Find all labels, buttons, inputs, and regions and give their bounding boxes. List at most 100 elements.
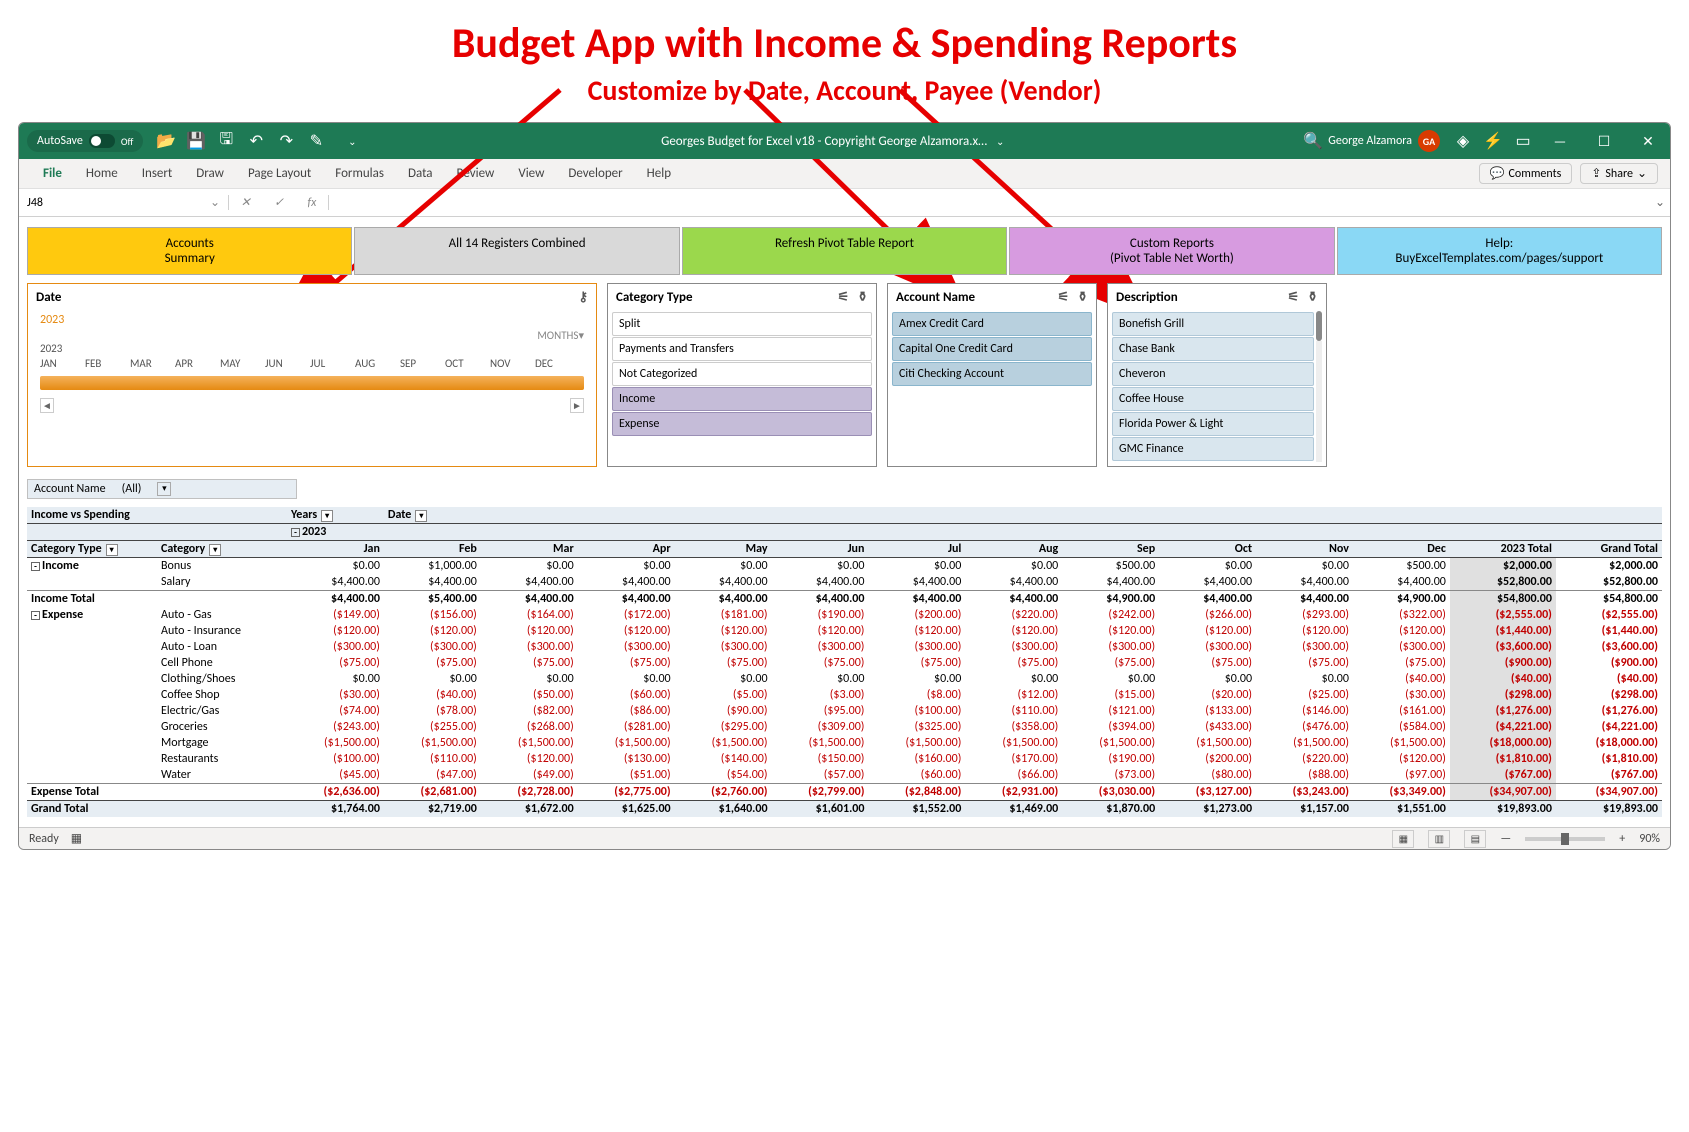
chart-icon[interactable]: ✎	[301, 131, 331, 151]
tab-developer[interactable]: Developer	[556, 159, 634, 189]
slicer-item[interactable]: Capital One Credit Card	[892, 337, 1092, 361]
slicer-item[interactable]: Not Categorized	[612, 362, 872, 386]
multi-select-icon[interactable]: ⚟	[1057, 290, 1069, 305]
collapse-icon[interactable]: -	[31, 562, 40, 571]
nav-refresh-pivot[interactable]: Refresh Pivot Table Report	[682, 227, 1007, 275]
account-name-slicer[interactable]: Account Name ⚟ ⚱ Amex Credit CardCapital…	[887, 283, 1097, 467]
user-account[interactable]: George Alzamora GA	[1328, 130, 1440, 152]
expand-formula-icon[interactable]: ⌄	[1650, 195, 1670, 210]
clear-filter-icon[interactable]: ⚱	[1077, 290, 1088, 305]
comments-button[interactable]: 💬 Comments	[1479, 163, 1573, 184]
slicer-item[interactable]: Split	[612, 312, 872, 336]
autosave-toggle[interactable]: AutoSave Off	[27, 130, 143, 152]
maximize-button[interactable]: ☐	[1582, 133, 1626, 150]
macro-record-icon[interactable]: ▦	[71, 831, 82, 846]
collapse-icon[interactable]: -	[291, 528, 300, 537]
view-normal-icon[interactable]: ▦	[1392, 830, 1414, 848]
clear-filter-icon[interactable]: ⚱	[857, 290, 868, 305]
month-label: OCT	[445, 357, 461, 370]
close-button[interactable]: ✕	[1626, 133, 1670, 150]
slicer-item[interactable]: Coffee House	[1112, 387, 1314, 411]
slicer-item[interactable]: Chase Bank	[1112, 337, 1314, 361]
qat-dropdown-icon[interactable]: ⌄	[337, 135, 367, 148]
cancel-icon[interactable]: ✕	[241, 195, 251, 210]
ribbon-mode-icon[interactable]: ⚡	[1478, 131, 1508, 151]
slicer-item[interactable]: Income	[612, 387, 872, 411]
share-button[interactable]: ⇪ Share ⌄	[1580, 163, 1658, 184]
tab-data[interactable]: Data	[396, 159, 445, 189]
formula-bar: J48 ⌄ ✕ ✓ fx ⌄	[19, 189, 1670, 217]
ribbon-tabs: File Home Insert Draw Page Layout Formul…	[19, 159, 1670, 189]
nav-custom-reports[interactable]: Custom Reports (Pivot Table Net Worth)	[1009, 227, 1334, 275]
period-dropdown[interactable]: MONTHS	[537, 329, 578, 342]
slicer-item[interactable]: GMC Finance	[1112, 437, 1314, 461]
slicer-item[interactable]: Amex Credit Card	[892, 312, 1092, 336]
multi-select-icon[interactable]: ⚟	[837, 290, 849, 305]
multi-select-icon[interactable]: ⚟	[1287, 290, 1299, 305]
tab-formulas[interactable]: Formulas	[323, 159, 396, 189]
slicer-title: Category Type	[616, 290, 693, 305]
tab-home[interactable]: Home	[74, 159, 130, 189]
display-mode-icon[interactable]: ▭	[1508, 131, 1538, 151]
undo-icon[interactable]: ↶	[241, 131, 271, 151]
fx-icon[interactable]: fx	[307, 196, 316, 210]
tab-file[interactable]: File	[31, 159, 74, 189]
nav-help[interactable]: Help: BuyExcelTemplates.com/pages/suppor…	[1337, 227, 1662, 275]
save-icon[interactable]: 💾	[181, 131, 211, 151]
open-icon[interactable]: 📂	[151, 131, 181, 151]
clear-filter-icon[interactable]: ⚱	[1307, 290, 1318, 305]
slicer-item[interactable]: Florida Power & Light	[1112, 412, 1314, 436]
zoom-slider[interactable]	[1525, 837, 1605, 841]
filter-dropdown-icon[interactable]: ▾	[157, 482, 171, 496]
filter-dropdown-icon[interactable]: ▾	[209, 544, 221, 556]
scroll-left-icon[interactable]: ◄	[40, 398, 54, 413]
slicer-item[interactable]: Cheveron	[1112, 362, 1314, 386]
nav-button-row: Accounts Summary All 14 Registers Combin…	[27, 227, 1662, 275]
search-icon[interactable]: 🔍	[1298, 131, 1328, 151]
year-axis-label: 2023	[32, 342, 592, 355]
category-type-slicer[interactable]: Category Type ⚟ ⚱ SplitPayments and Tran…	[607, 283, 877, 467]
filter-dropdown-icon[interactable]: ▾	[321, 510, 333, 522]
tab-view[interactable]: View	[506, 159, 556, 189]
collapse-icon[interactable]: -	[31, 611, 40, 620]
slicer-item[interactable]: Payments and Transfers	[612, 337, 872, 361]
view-page-layout-icon[interactable]: ▥	[1428, 830, 1450, 848]
chevron-down-icon: ⌄	[210, 195, 220, 210]
title-bar: AutoSave Off 📂 💾 🖫 ↶ ↷ ✎ ⌄ Georges Budge…	[19, 123, 1670, 159]
nav-accounts-summary[interactable]: Accounts Summary	[27, 227, 352, 275]
tab-draw[interactable]: Draw	[184, 159, 236, 189]
view-page-break-icon[interactable]: ▤	[1464, 830, 1486, 848]
scroll-right-icon[interactable]: ►	[570, 398, 584, 413]
title-chevron-icon[interactable]: ⌄	[996, 135, 1004, 148]
slicer-item[interactable]: Citi Checking Account	[892, 362, 1092, 386]
headline-title: Budget App with Income & Spending Report…	[0, 18, 1689, 69]
zoom-out-icon[interactable]: —	[1500, 832, 1511, 846]
slicer-item[interactable]: Expense	[612, 412, 872, 436]
tab-review[interactable]: Review	[445, 159, 507, 189]
clear-filter-icon[interactable]: ⚷	[578, 290, 588, 305]
timeline-bar[interactable]	[40, 376, 584, 390]
account-filter-label: Account Name	[34, 482, 106, 496]
slicer-scrollbar[interactable]	[1316, 311, 1322, 462]
tab-page-layout[interactable]: Page Layout	[236, 159, 323, 189]
headline: Budget App with Income & Spending Report…	[0, 0, 1689, 112]
description-slicer[interactable]: Description ⚟ ⚱ Bonefish GrillChase Bank…	[1107, 283, 1327, 467]
save-alt-icon[interactable]: 🖫	[211, 128, 241, 155]
minimize-button[interactable]: —	[1538, 133, 1582, 150]
month-label: JUL	[310, 357, 326, 370]
nav-all-registers[interactable]: All 14 Registers Combined	[354, 227, 679, 275]
tab-insert[interactable]: Insert	[130, 159, 185, 189]
redo-icon[interactable]: ↷	[271, 131, 301, 151]
document-title: Georges Budget for Excel v18 - Copyright…	[367, 134, 1298, 149]
accept-icon[interactable]: ✓	[274, 195, 284, 210]
zoom-level[interactable]: 90%	[1639, 832, 1660, 846]
date-timeline-slicer[interactable]: Date ⚷ 2023 MONTHS ▾ 2023 JANFEBMARAPRMA…	[27, 283, 597, 467]
tab-help[interactable]: Help	[635, 159, 683, 189]
slicer-title: Description	[1116, 290, 1178, 305]
filter-dropdown-icon[interactable]: ▾	[415, 510, 427, 522]
zoom-in-icon[interactable]: +	[1619, 832, 1625, 846]
name-box[interactable]: J48 ⌄	[19, 195, 229, 210]
filter-dropdown-icon[interactable]: ▾	[106, 544, 118, 556]
slicer-item[interactable]: Bonefish Grill	[1112, 312, 1314, 336]
diamond-icon[interactable]: ◈	[1448, 131, 1478, 151]
